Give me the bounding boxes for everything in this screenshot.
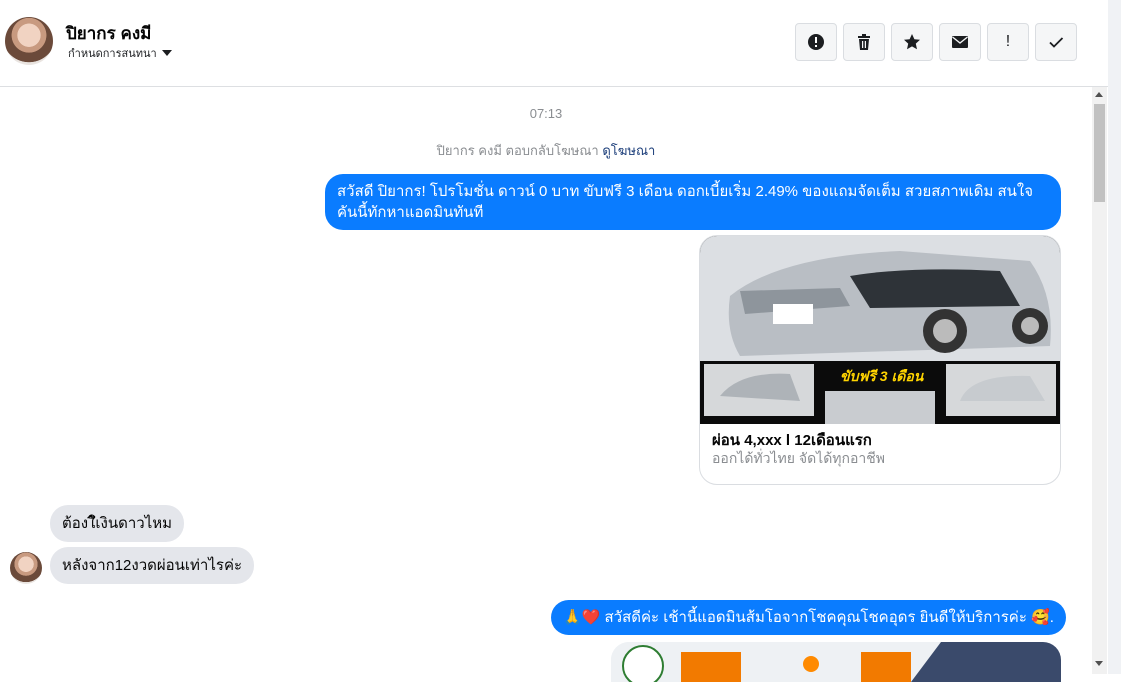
- banner-text: ขับฟรี 3 เดือน: [840, 368, 925, 384]
- trash-icon: [858, 34, 870, 50]
- view-ad-link[interactable]: ดูโฆษณา: [602, 143, 655, 158]
- important-button[interactable]: !: [987, 23, 1029, 61]
- alert-circle-icon: [808, 34, 824, 50]
- caret-down-icon: [161, 50, 172, 56]
- ad-subtitle: ออกได้ทั่วไทย จัดได้ทุกอาชีพ: [712, 450, 886, 466]
- message-bubble-incoming[interactable]: ต้องใึเงินดาวไหม: [50, 505, 185, 542]
- check-icon: [1049, 37, 1064, 48]
- delete-button[interactable]: [843, 23, 885, 61]
- right-panel-edge: [1108, 0, 1121, 674]
- star-button[interactable]: [891, 23, 933, 61]
- contact-avatar[interactable]: [5, 17, 53, 65]
- contact-name[interactable]: ปิยากร คงมี: [66, 20, 151, 47]
- mark-unread-button[interactable]: [939, 23, 981, 61]
- contact-avatar-small: [10, 552, 42, 584]
- message-bubble-outgoing[interactable]: 🙏❤️ สวัสดีค่ะ เช้านี้แอดมินส้มโอจากโชคคุ…: [551, 600, 1066, 635]
- done-button[interactable]: [1035, 23, 1077, 61]
- promo-image[interactable]: [611, 642, 1061, 682]
- report-button[interactable]: [795, 23, 837, 61]
- ad-reply-note: ปิยากร คงมี ตอบกลับโฆษณา ดูโฆษณา: [0, 140, 1092, 161]
- important-label: !: [1005, 33, 1011, 50]
- reply-note-text: ปิยากร คงมี ตอบกลับโฆษณา: [436, 143, 599, 158]
- scroll-thumb[interactable]: [1094, 104, 1105, 202]
- star-icon: [904, 34, 920, 50]
- schedule-label: กำหนดการสนทนา: [68, 48, 157, 60]
- message-scrollbar[interactable]: [1092, 87, 1107, 674]
- message-bubble-outgoing[interactable]: สวัสดี ปิยากร! โปรโมชั่น ดาวน์ 0 บาท ขับ…: [325, 174, 1061, 230]
- scroll-down-arrow-icon[interactable]: [1095, 661, 1103, 666]
- envelope-icon: [952, 36, 968, 48]
- message-bubble-incoming[interactable]: หลังจาก12งวดผ่อนเท่าไรค่ะ: [50, 547, 255, 584]
- action-toolbar: !: [795, 23, 1077, 61]
- car-ad-image[interactable]: ขับฟรี 3 เดือน: [700, 236, 1060, 424]
- ad-card[interactable]: ขับฟรี 3 เดือน ผ่อน 4,xxx l 12เดือนแรก อ…: [699, 235, 1061, 485]
- message-timestamp: 07:13: [529, 106, 563, 121]
- schedule-dropdown[interactable]: กำหนดการสนทนา: [68, 44, 172, 62]
- conversation-header: ปิยากร คงมี กำหนดการสนทนา !: [0, 0, 1108, 87]
- scroll-up-arrow-icon[interactable]: [1095, 92, 1103, 97]
